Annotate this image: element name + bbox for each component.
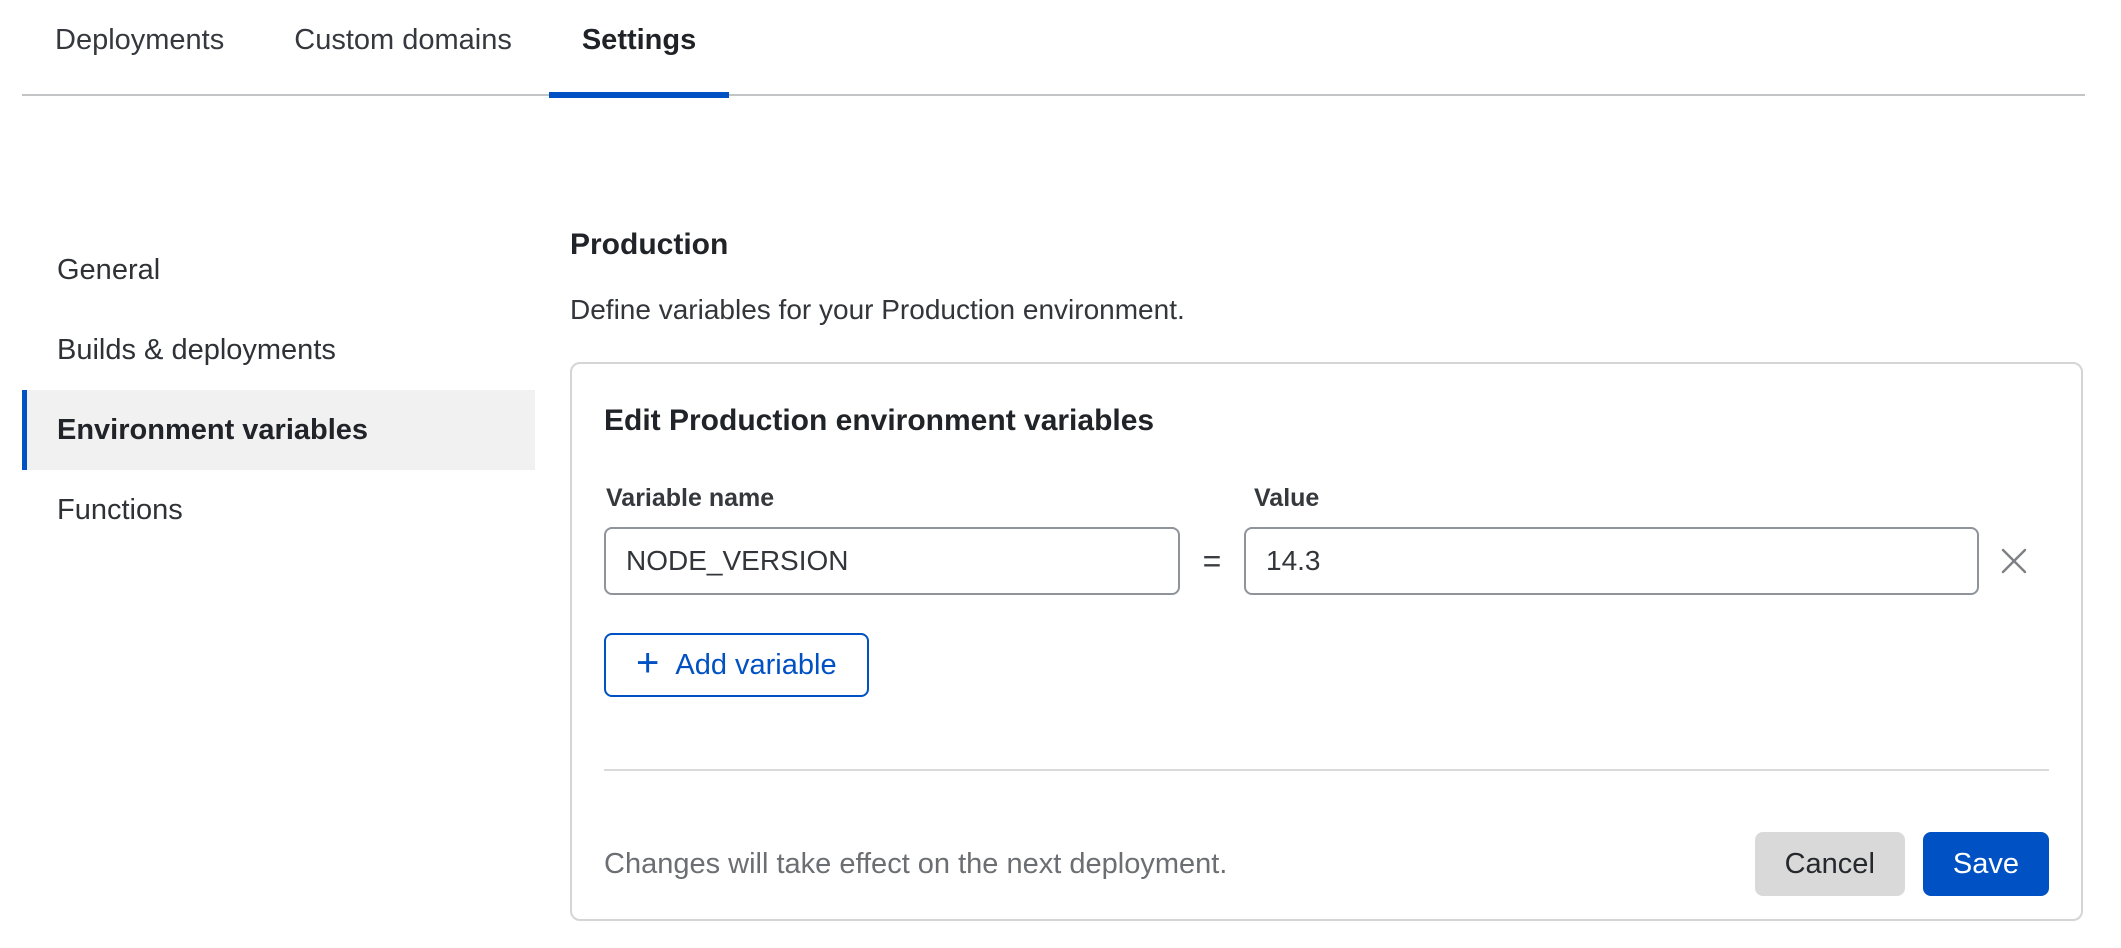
add-variable-label: Add variable: [675, 649, 836, 682]
sidebar-item-general[interactable]: General: [22, 230, 535, 310]
variable-value-input[interactable]: [1244, 527, 1979, 595]
footer-actions: Cancel Save: [1755, 832, 2049, 896]
tab-settings[interactable]: Settings: [549, 0, 729, 94]
tab-bar: Deployments Custom domains Settings: [22, 0, 2085, 96]
value-label: Value: [1244, 484, 1979, 513]
sidebar-item-functions[interactable]: Functions: [22, 470, 535, 550]
variable-name-input[interactable]: [604, 527, 1180, 595]
app-window: Deployments Custom domains Settings Gene…: [0, 0, 2121, 948]
sidebar-item-functions-label: Functions: [57, 494, 183, 527]
card-divider: [604, 769, 2049, 771]
settings-sidebar: General Builds & deployments Environment…: [22, 230, 535, 550]
close-icon: [1997, 566, 2031, 581]
field-labels-row: Variable name Value: [604, 484, 2049, 513]
remove-variable-button[interactable]: [1991, 538, 2037, 584]
tab-custom-domains[interactable]: Custom domains: [261, 0, 545, 94]
equals-sign: =: [1180, 543, 1244, 580]
tab-deployments[interactable]: Deployments: [22, 0, 257, 94]
save-button[interactable]: Save: [1923, 832, 2049, 896]
page-title: Production: [570, 228, 2083, 262]
environment-variables-card: Edit Production environment variables Va…: [570, 362, 2083, 921]
sidebar-item-environment-variables[interactable]: Environment variables: [22, 390, 535, 470]
tab-deployments-label: Deployments: [55, 24, 224, 56]
card-footer: Changes will take effect on the next dep…: [604, 832, 2049, 896]
tab-settings-label: Settings: [582, 24, 696, 56]
sidebar-item-builds-deployments-label: Builds & deployments: [57, 334, 336, 367]
sidebar-item-environment-variables-label: Environment variables: [57, 414, 368, 447]
sidebar-item-general-label: General: [57, 254, 160, 287]
cancel-button[interactable]: Cancel: [1755, 832, 1905, 896]
variable-name-label: Variable name: [604, 484, 1180, 513]
plus-icon: +: [636, 643, 659, 683]
sidebar-item-builds-deployments[interactable]: Builds & deployments: [22, 310, 535, 390]
variable-row: =: [604, 527, 2049, 595]
main-content: Production Define variables for your Pro…: [570, 228, 2083, 921]
card-title: Edit Production environment variables: [604, 404, 2049, 438]
page-subtitle: Define variables for your Production env…: [570, 294, 2083, 326]
tab-custom-domains-label: Custom domains: [294, 24, 512, 56]
deployment-note: Changes will take effect on the next dep…: [604, 848, 1227, 881]
add-variable-button[interactable]: + Add variable: [604, 633, 869, 697]
